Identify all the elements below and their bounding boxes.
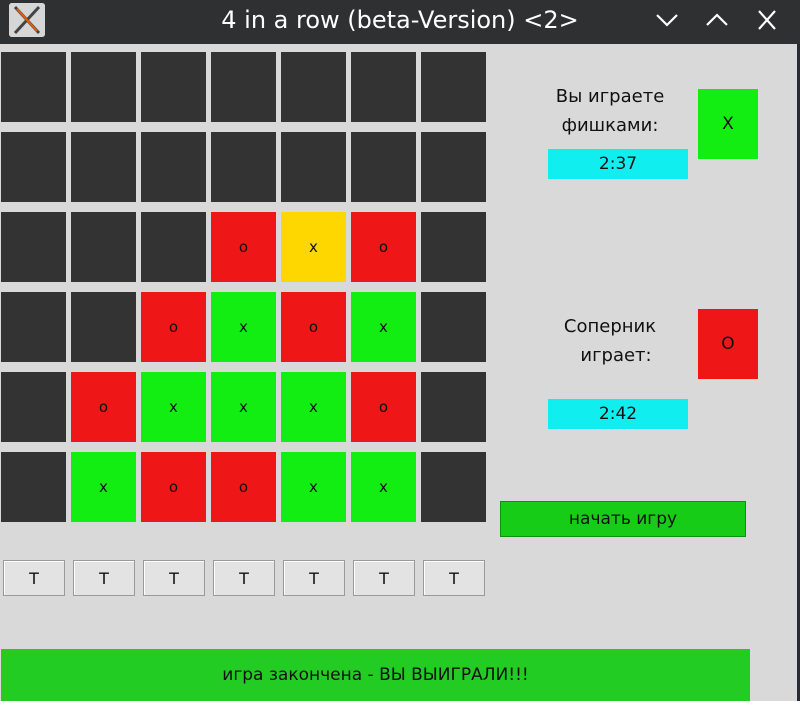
board-cell <box>421 212 486 282</box>
board-cell <box>71 292 136 362</box>
status-bar: игра закончена - ВЫ ВЫИГРАЛИ!!! <box>1 649 750 701</box>
player-timer: 2:37 <box>548 149 688 179</box>
board-cell: x <box>351 292 416 362</box>
opponent-label-line2: играет: <box>580 345 652 366</box>
board-cell <box>71 52 136 122</box>
title-bar: 4 in a row (beta-Version) <2> <box>0 0 800 44</box>
board-cell <box>351 132 416 202</box>
board-cell <box>1 212 66 282</box>
drop-button-col-2[interactable]: T <box>73 560 135 596</box>
player-label: Вы играете фишками: <box>530 82 690 140</box>
board-cell <box>211 52 276 122</box>
board-cell <box>1 292 66 362</box>
board-cell: o <box>141 452 206 522</box>
board-cell <box>141 212 206 282</box>
drop-button-col-1[interactable]: T <box>3 560 65 596</box>
board-cell <box>351 52 416 122</box>
opponent-chip: O <box>698 309 758 379</box>
player-chip: X <box>698 89 758 159</box>
board-cell <box>281 132 346 202</box>
chevron-up-icon <box>706 13 728 26</box>
board-cell <box>421 132 486 202</box>
board-cell: x <box>281 372 346 442</box>
board-cell <box>281 52 346 122</box>
board-cell: x <box>211 292 276 362</box>
board-cell: o <box>281 292 346 362</box>
opponent-label-line1: Соперник <box>563 316 657 337</box>
board-cell: x <box>281 452 346 522</box>
drop-button-col-4[interactable]: T <box>213 560 275 596</box>
board-cell: o <box>71 372 136 442</box>
board-cell: x <box>351 452 416 522</box>
maximize-button[interactable] <box>702 6 732 34</box>
board-cell <box>421 292 486 362</box>
board-cell: o <box>211 452 276 522</box>
board-cell: o <box>141 292 206 362</box>
board-cell <box>1 132 66 202</box>
board-cell <box>71 132 136 202</box>
opponent-timer: 2:42 <box>548 399 688 429</box>
close-button[interactable] <box>752 6 782 34</box>
board-cell <box>1 52 66 122</box>
board-cell: o <box>351 372 416 442</box>
drop-button-col-3[interactable]: T <box>143 560 205 596</box>
drop-button-col-7[interactable]: T <box>423 560 485 596</box>
board-cell <box>211 132 276 202</box>
drop-button-col-5[interactable]: T <box>283 560 345 596</box>
game-window: 4 in a row (beta-Version) <2> oxooxoxoxx… <box>0 0 800 701</box>
board-cell <box>141 52 206 122</box>
opponent-label: Соперник играет: <box>530 312 690 370</box>
player-label-line1: Вы играете <box>555 86 665 107</box>
board-cell <box>1 452 66 522</box>
board-cell <box>421 452 486 522</box>
board-cell: x <box>211 372 276 442</box>
board-cell: o <box>211 212 276 282</box>
board-cell <box>1 372 66 442</box>
chevron-down-icon <box>656 14 678 27</box>
player-label-line2: фишками: <box>561 115 659 136</box>
board-cell <box>141 132 206 202</box>
board-cell <box>421 372 486 442</box>
board-cell: x <box>281 212 346 282</box>
board-cell: x <box>71 452 136 522</box>
board-cell: o <box>351 212 416 282</box>
board-cell <box>71 212 136 282</box>
close-icon <box>758 10 776 30</box>
minimize-button[interactable] <box>652 6 682 34</box>
board-cell <box>421 52 486 122</box>
board-cell: x <box>141 372 206 442</box>
start-game-button[interactable]: начать игру <box>500 501 746 537</box>
drop-button-col-6[interactable]: T <box>353 560 415 596</box>
